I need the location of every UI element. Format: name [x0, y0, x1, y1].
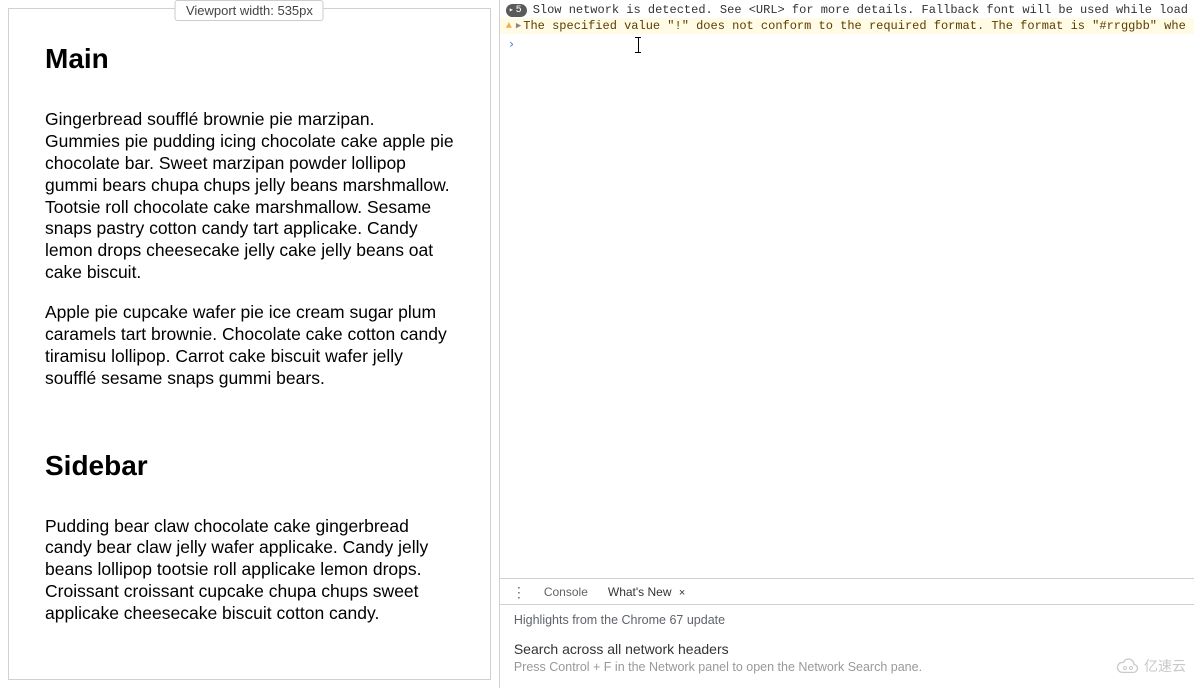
console-prompt[interactable]: › [500, 34, 1194, 54]
drawer-highlight-text: Highlights from the Chrome 67 update [514, 613, 1180, 627]
drawer-section-subtitle: Press Control + F in the Network panel t… [514, 660, 1180, 674]
console-warning-row[interactable]: ▲ ▶ The specified value "!" does not con… [500, 18, 1194, 34]
console-messages[interactable]: 5 Slow network is detected. See <URL> fo… [500, 0, 1194, 578]
devtools-drawer: ⋮ Console What's New × Highlights from t… [500, 578, 1194, 688]
main-paragraph-1: Gingerbread soufflé brownie pie marzipan… [45, 109, 454, 284]
main-heading: Main [45, 43, 454, 75]
drawer-tabbar: ⋮ Console What's New × [500, 579, 1194, 605]
tab-whats-new[interactable]: What's New × [598, 579, 695, 605]
expand-arrow-icon[interactable]: ▶ [516, 21, 521, 31]
sidebar-heading: Sidebar [45, 450, 454, 482]
console-info-text: Slow network is detected. See <URL> for … [533, 3, 1188, 17]
console-warning-text: The specified value "!" does not conform… [523, 19, 1186, 33]
drawer-section-title[interactable]: Search across all network headers [514, 641, 1180, 657]
tab-whats-new-label: What's New [608, 585, 672, 599]
viewport-panel: Viewport width: 535px Main Gingerbread s… [0, 0, 500, 688]
sidebar-paragraph-1: Pudding bear claw chocolate cake gingerb… [45, 516, 454, 625]
close-icon[interactable]: × [679, 587, 685, 599]
watermark-text: 亿速云 [1144, 656, 1186, 676]
cloud-icon [1114, 657, 1140, 675]
drawer-content: Highlights from the Chrome 67 update Sea… [500, 605, 1194, 688]
watermark: 亿速云 [1114, 656, 1186, 676]
page-content-frame: Main Gingerbread soufflé brownie pie mar… [8, 8, 491, 680]
tab-console[interactable]: Console [534, 579, 598, 605]
viewport-width-badge: Viewport width: 535px [175, 0, 324, 21]
devtools-panel: 5 Slow network is detected. See <URL> fo… [500, 0, 1194, 688]
kebab-menu-icon[interactable]: ⋮ [504, 585, 534, 599]
console-info-row[interactable]: 5 Slow network is detected. See <URL> fo… [500, 2, 1194, 18]
main-paragraph-2: Apple pie cupcake wafer pie ice cream su… [45, 302, 454, 390]
message-count-badge: 5 [506, 4, 527, 17]
warning-icon: ▲ [506, 21, 512, 32]
